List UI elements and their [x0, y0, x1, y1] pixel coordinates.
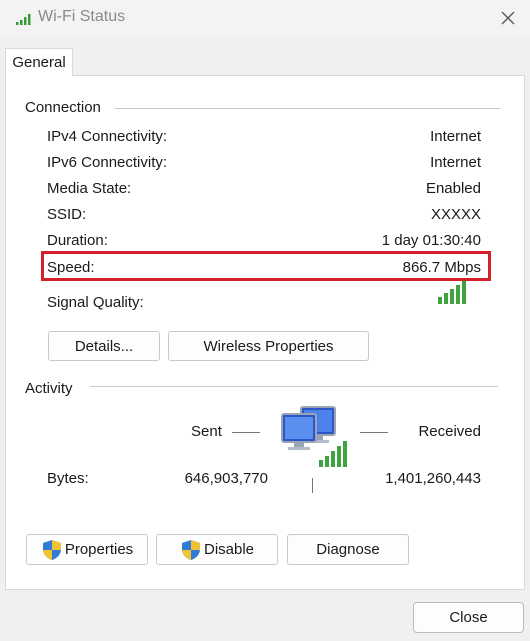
- disable-button-label: Disable: [203, 541, 255, 558]
- ipv4-value: Internet: [430, 128, 481, 145]
- media-state-value: Enabled: [425, 180, 481, 197]
- network-computers-icon: [281, 406, 347, 467]
- wifi-signal-icon: [16, 14, 31, 25]
- bytes-label: Bytes:: [47, 470, 89, 487]
- speed-highlight-box: [41, 251, 491, 281]
- diagnose-button[interactable]: Diagnose: [287, 534, 409, 565]
- close-icon[interactable]: [496, 6, 520, 30]
- disable-button[interactable]: Disable: [156, 534, 278, 565]
- connection-divider: [115, 108, 500, 109]
- ssid-value: XXXXX: [430, 206, 481, 223]
- bytes-received-value: 1,401,260,443: [385, 470, 481, 487]
- duration-value: 1 day 01:30:40: [381, 232, 481, 249]
- uac-shield-icon: [42, 539, 61, 560]
- activity-heading: Activity: [25, 380, 79, 397]
- activity-divider: [90, 386, 498, 387]
- close-button[interactable]: Close: [413, 602, 524, 633]
- tab-general[interactable]: General: [5, 48, 73, 76]
- details-button[interactable]: Details...: [48, 331, 160, 361]
- bytes-sent-value: 646,903,770: [184, 470, 268, 487]
- received-line: [360, 432, 388, 433]
- properties-button-label: Properties: [64, 541, 134, 558]
- media-state-label: Media State:: [47, 180, 132, 197]
- title-bar: Wi-Fi Status: [0, 0, 530, 36]
- received-label: Received: [418, 423, 481, 440]
- sent-label: Sent: [191, 423, 222, 440]
- signal-quality-icon: [438, 281, 466, 304]
- uac-shield-icon: [181, 539, 200, 560]
- duration-label: Duration:: [47, 232, 108, 249]
- window-title: Wi-Fi Status: [38, 8, 126, 25]
- signal-quality-label: Signal Quality:: [47, 294, 144, 311]
- bytes-separator: [312, 478, 313, 493]
- ipv6-label: IPv6 Connectivity:: [47, 154, 168, 171]
- ssid-label: SSID:: [47, 206, 87, 223]
- connection-heading: Connection: [25, 99, 107, 116]
- wireless-properties-button[interactable]: Wireless Properties: [168, 331, 369, 361]
- ipv4-label: IPv4 Connectivity:: [47, 128, 168, 145]
- sent-line: [232, 432, 260, 433]
- ipv6-value: Internet: [430, 154, 481, 171]
- properties-button[interactable]: Properties: [26, 534, 148, 565]
